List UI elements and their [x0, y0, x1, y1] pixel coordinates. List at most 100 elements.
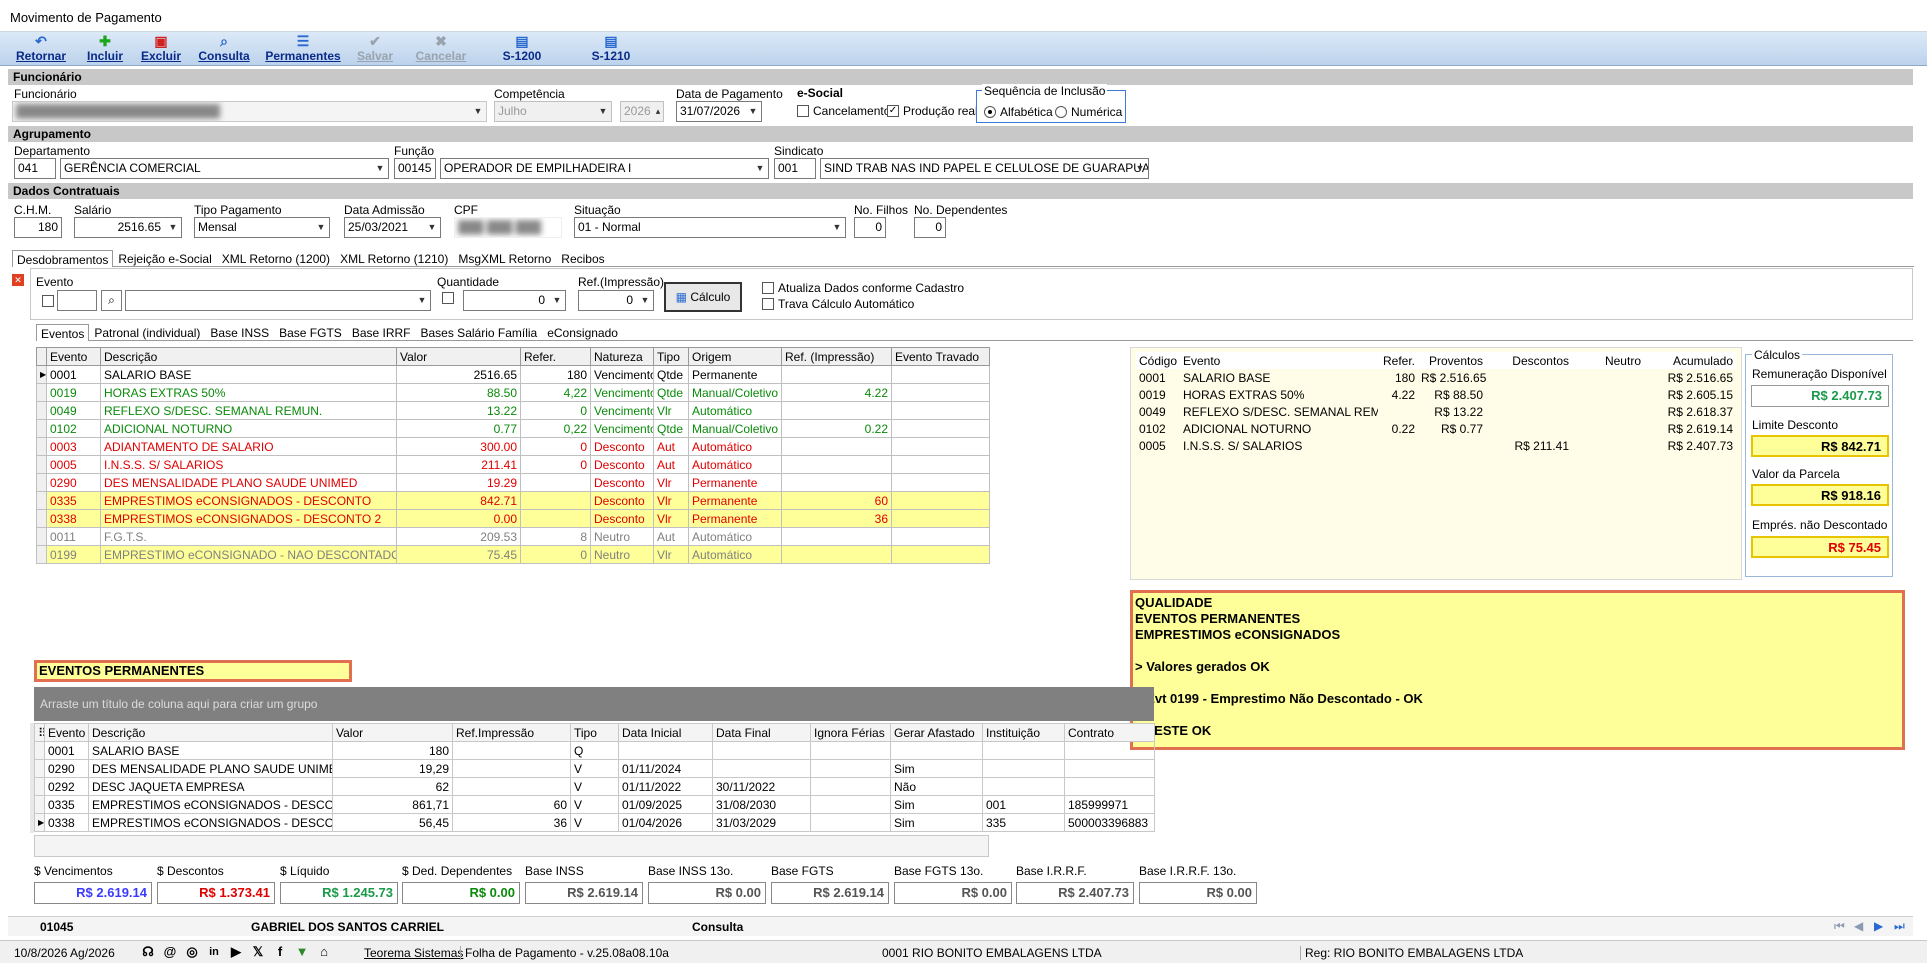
horizontal-scrollbar[interactable]: [34, 835, 989, 857]
funcao-select[interactable]: OPERADOR DE EMPILHADEIRA I ▼: [440, 158, 769, 179]
cancelamento-checkbox[interactable]: [797, 105, 809, 117]
first-record-icon[interactable]: ⏮: [1834, 919, 1845, 934]
filhos-input[interactable]: 0: [854, 217, 886, 238]
x-icon[interactable]: 𝕏: [250, 944, 266, 960]
cpf-input[interactable]: ███ ███ ███: [454, 217, 562, 238]
calculo-button[interactable]: ▦ Cálculo: [664, 282, 742, 312]
competencia-mes-select[interactable]: Julho ▼: [494, 101, 612, 122]
col-header-ref-impressao[interactable]: Ref. (Impressão): [781, 347, 892, 366]
permanentes-button[interactable]: ☰ Permanentes: [263, 34, 343, 64]
sindicato-select[interactable]: SIND TRAB NAS IND PAPEL E CELULOSE DE GU…: [820, 158, 1149, 179]
tab-xml-retorno-1200[interactable]: XML Retorno (1200): [217, 249, 335, 266]
table-row[interactable]: 0290 DES MENSALIDADE PLANO SAUDE UNIMED 19…: [36, 473, 990, 492]
s1210-button[interactable]: ▤ S-1210: [586, 34, 636, 64]
retornar-button[interactable]: ↶ Retornar: [12, 34, 70, 64]
table-row[interactable]: 0001 SALARIO BASE 180 Q: [34, 741, 1155, 760]
col-header-refer[interactable]: Refer.: [520, 347, 591, 366]
facebook-icon[interactable]: f: [272, 944, 288, 960]
last-record-icon[interactable]: ⏭: [1894, 919, 1905, 934]
funcao-code-input[interactable]: 00145: [394, 158, 436, 179]
evento-search-button[interactable]: ⌕: [101, 290, 122, 311]
instagram-icon[interactable]: ◎: [184, 944, 200, 960]
col-header-tipo[interactable]: Tipo: [570, 723, 619, 742]
delete-icon[interactable]: ✕: [12, 274, 24, 286]
table-row[interactable]: 0049 REFLEXO S/DESC. SEMANAL REMUN. 13.22 0…: [36, 401, 990, 420]
table-row[interactable]: 0019 HORAS EXTRAS 50% 88.50 4,22 Vencimento Q…: [36, 383, 990, 402]
quantidade-input[interactable]: 0 ▼: [463, 290, 566, 311]
group-by-panel[interactable]: Arraste um título de coluna aqui para cr…: [34, 687, 1154, 721]
tab-eventos[interactable]: Eventos: [36, 324, 90, 341]
table-row[interactable]: 0003 ADIANTAMENTO DE SALARIO 300.00 0 Descon…: [36, 437, 990, 456]
col-header-data-final[interactable]: Data Final: [712, 723, 811, 742]
col-header-valor[interactable]: Valor: [396, 347, 521, 366]
col-header-evento[interactable]: Evento: [44, 723, 89, 742]
competencia-ano-stepper[interactable]: 2026 ▴: [620, 101, 664, 122]
sindicato-code-input[interactable]: 001: [774, 158, 816, 179]
prev-record-icon[interactable]: ◀: [1854, 919, 1863, 933]
situacao-select[interactable]: 01 - Normal ▼: [574, 217, 846, 238]
salvar-button[interactable]: ✔ Salvar: [355, 34, 395, 64]
ref-impressao-input[interactable]: 0 ▼: [578, 290, 654, 311]
trava-checkbox[interactable]: [762, 298, 774, 310]
producao-real-checkbox[interactable]: ✓: [887, 105, 899, 117]
departamento-select[interactable]: GERÊNCIA COMERCIAL ▼: [60, 158, 389, 179]
excluir-button[interactable]: ▣ Excluir: [139, 34, 183, 64]
col-header-gerar-afastado[interactable]: Gerar Afastado: [890, 723, 983, 742]
evento-checkbox[interactable]: [42, 295, 54, 307]
linkedin-icon[interactable]: in: [206, 944, 222, 960]
table-row[interactable]: 0290 DES MENSALIDADE PLANO SAUDE UNIMED 19…: [34, 759, 1155, 778]
table-row[interactable]: 0335 EMPRESTIMOS eCONSIGNADOS - DESCONTO 8…: [34, 795, 1155, 814]
col-header-evento[interactable]: Evento: [46, 347, 101, 366]
data-admissao-field[interactable]: 25/03/2021 ▼: [344, 217, 441, 238]
tab-base-irrf[interactable]: Base IRRF: [347, 323, 416, 340]
col-header-origem[interactable]: Origem: [688, 347, 782, 366]
chm-input[interactable]: 180: [14, 217, 62, 238]
departamento-code-input[interactable]: 041: [14, 158, 56, 179]
tab-patronal[interactable]: Patronal (individual): [89, 323, 205, 340]
email-icon[interactable]: @: [162, 944, 178, 960]
table-row[interactable]: 0338 EMPRESTIMOS eCONSIGNADOS - DESCONTO …: [36, 509, 990, 528]
tab-desdobramentos[interactable]: Desdobramentos: [12, 250, 114, 267]
table-row[interactable]: 0005 I.N.S.S. S/ SALARIOS 211.41 0 Desconto A…: [36, 455, 990, 474]
evento-code-input[interactable]: [57, 290, 97, 311]
funcionario-select[interactable]: ████████████████████████ ▼: [12, 101, 487, 122]
table-row[interactable]: 0011 F.G.T.S. 209.53 8 Neutro Aut Automático: [36, 527, 990, 546]
cancelar-button[interactable]: ✖ Cancelar: [413, 34, 469, 64]
col-header-evento-travado[interactable]: Evento Travado: [891, 347, 990, 366]
table-row[interactable]: ▶ 0338 EMPRESTIMOS eCONSIGNADOS - DESCONTO…: [34, 813, 1155, 832]
col-header-descricao[interactable]: Descrição: [88, 723, 333, 742]
col-header-data-inicial[interactable]: Data Inicial: [618, 723, 713, 742]
tab-rejeicao-esocial[interactable]: Rejeição e-Social: [113, 249, 216, 266]
consulta-button[interactable]: ⌕ Consulta: [196, 34, 252, 64]
tipo-pagamento-select[interactable]: Mensal ▼: [194, 217, 330, 238]
alfabetica-radio[interactable]: [984, 106, 996, 118]
headset-icon[interactable]: ☊: [140, 944, 156, 960]
tab-msgxml-retorno[interactable]: MsgXML Retorno: [453, 249, 556, 266]
incluir-button[interactable]: ✚ Incluir: [84, 34, 126, 64]
s1200-button[interactable]: ▤ S-1200: [497, 34, 547, 64]
col-header-natureza[interactable]: Natureza: [590, 347, 654, 366]
numerica-radio[interactable]: [1055, 106, 1067, 118]
next-record-icon[interactable]: ▶: [1874, 919, 1883, 933]
dependentes-input[interactable]: 0: [914, 217, 946, 238]
tab-base-fgts[interactable]: Base FGTS: [274, 323, 347, 340]
quantidade-checkbox[interactable]: [442, 292, 454, 304]
data-pagamento-field[interactable]: 31/07/2026 ▼: [676, 101, 762, 122]
tab-recibos[interactable]: Recibos: [556, 249, 609, 266]
table-row[interactable]: 0335 EMPRESTIMOS eCONSIGNADOS - DESCONTO 8…: [36, 491, 990, 510]
salario-input[interactable]: 2516.65 ▼: [74, 217, 182, 238]
col-header-contrato[interactable]: Contrato: [1064, 723, 1155, 742]
col-header-ignora-ferias[interactable]: Ignora Férias: [810, 723, 891, 742]
tab-xml-retorno-1210[interactable]: XML Retorno (1210): [335, 249, 453, 266]
table-row[interactable]: 0292 DESC JAQUETA EMPRESA 62 V 01/11/2022 30/…: [34, 777, 1155, 796]
col-header-tipo[interactable]: Tipo: [653, 347, 689, 366]
evento-select[interactable]: ▼: [125, 290, 431, 311]
tab-base-inss[interactable]: Base INSS: [205, 323, 274, 340]
col-header-valor[interactable]: Valor: [332, 723, 453, 742]
tab-bases-salario-familia[interactable]: Bases Salário Família: [416, 323, 543, 340]
teorema-link[interactable]: Teorema Sistemas: [364, 946, 463, 960]
table-row[interactable]: 0102 ADICIONAL NOTURNO 0.77 0,22 Vencimento Q…: [36, 419, 990, 438]
col-header-ref-impressao[interactable]: Ref.Impressão: [452, 723, 571, 742]
youtube-icon[interactable]: ▶: [228, 944, 244, 960]
eventos-permanentes-grid[interactable]: ⠿EventoDescriçãoValorRef.ImpressãoTipoDa…: [34, 723, 1155, 832]
